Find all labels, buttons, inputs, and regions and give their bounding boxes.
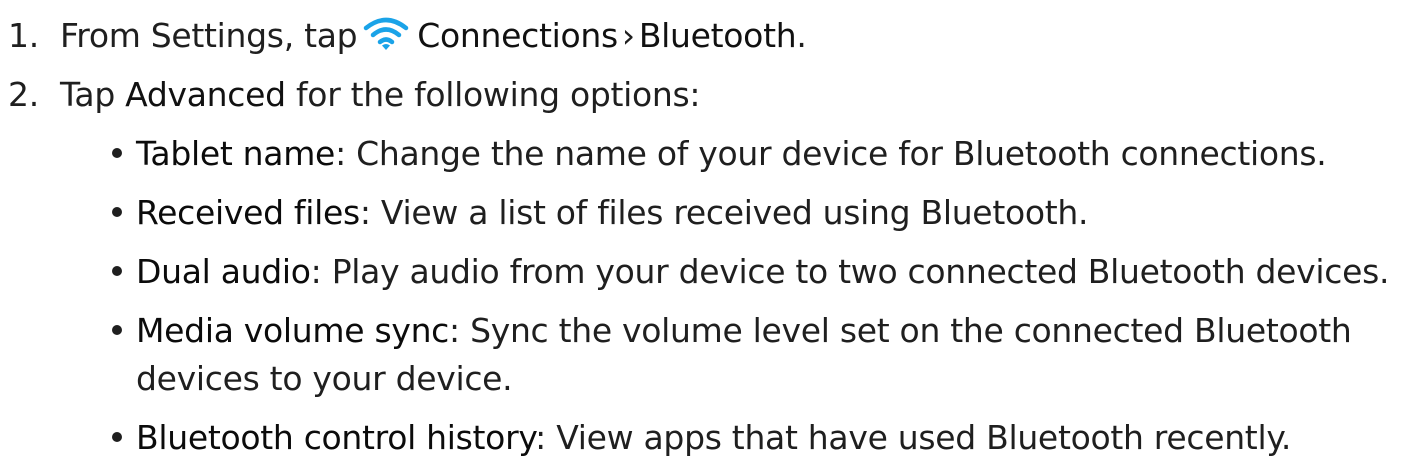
option-media-volume-sync-continued: devices to your device.: [136, 359, 513, 399]
step-number: 2.: [8, 75, 39, 114]
step-text: From Settings, tap: [60, 16, 358, 55]
advanced-label: Advanced: [125, 75, 286, 114]
option-colon: :: [449, 311, 460, 350]
step-1: 1. From Settings, tap Connections › Blue…: [0, 16, 807, 56]
step-text-end: .: [796, 16, 807, 55]
option-description: Change the name of your device for Bluet…: [356, 134, 1327, 173]
breadcrumb-separator: ›: [621, 16, 635, 55]
option-tablet-name: Tablet name: Change the name of your dev…: [112, 134, 1327, 174]
option-dual-audio: Dual audio: Play audio from your device …: [112, 252, 1389, 292]
option-description: Sync the volume level set on the connect…: [470, 311, 1352, 350]
option-term: Received files: [136, 193, 360, 232]
bullet-icon: [112, 324, 122, 335]
bullet-icon: [112, 206, 122, 217]
step-number: 1.: [8, 16, 39, 55]
option-term: Tablet name: [136, 134, 336, 173]
bullet-icon: [112, 431, 122, 442]
step-2: 2. Tap Advanced for the following option…: [0, 75, 701, 115]
bullet-icon: [112, 265, 122, 276]
option-description: Play audio from your device to two conne…: [331, 252, 1390, 291]
option-received-files: Received files: View a list of files rec…: [112, 193, 1088, 233]
option-term: Bluetooth control history: [136, 418, 536, 457]
option-term: Dual audio: [136, 252, 311, 291]
bullet-icon: [112, 147, 122, 158]
option-bluetooth-control-history: Bluetooth control history: View apps tha…: [112, 418, 1291, 458]
option-description: View a list of files received using Blue…: [380, 193, 1089, 232]
option-description: View apps that have used Bluetooth recen…: [556, 418, 1292, 457]
option-colon: :: [535, 418, 546, 457]
option-colon: :: [359, 193, 371, 232]
wifi-icon: [363, 16, 409, 52]
option-media-volume-sync: Media volume sync: Sync the volume level…: [112, 311, 1352, 351]
option-term: Media volume sync: [136, 311, 450, 350]
option-colon: :: [310, 252, 322, 291]
step-text-end: for the following options:: [295, 75, 701, 114]
option-description-continued: devices to your device.: [136, 359, 513, 398]
step-text: Tap: [60, 75, 115, 114]
instructions-document: 1. From Settings, tap Connections › Blue…: [0, 0, 1404, 475]
connections-label: Connections: [417, 16, 618, 55]
option-colon: :: [335, 134, 346, 173]
bluetooth-label: Bluetooth: [638, 16, 797, 55]
